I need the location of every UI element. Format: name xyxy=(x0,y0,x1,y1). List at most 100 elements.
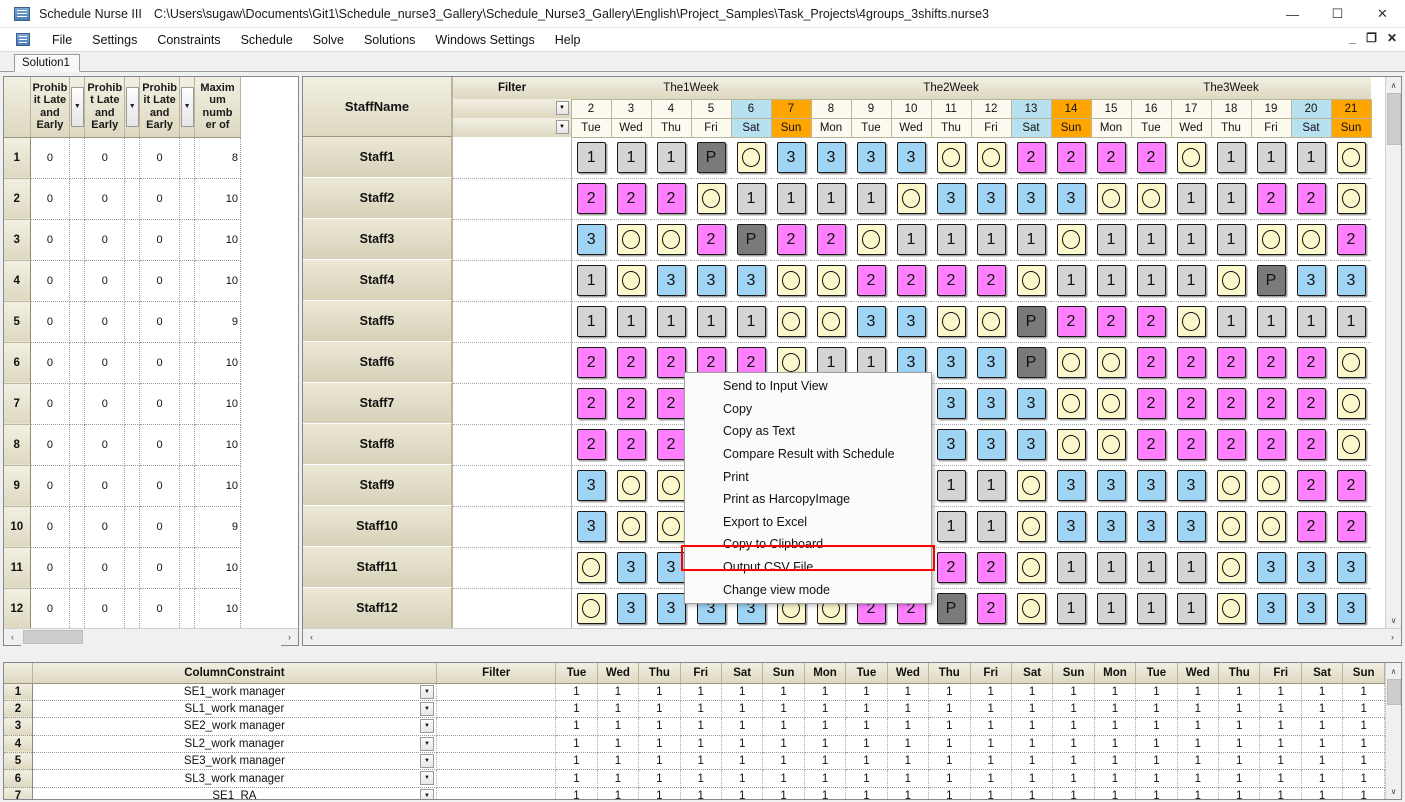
schedule-vscroll-thumb[interactable] xyxy=(1387,93,1401,145)
bottom-value-cell[interactable]: 1 xyxy=(887,735,928,752)
shift-box-2[interactable]: 2 xyxy=(1297,347,1326,378)
bottom-value-cell[interactable]: 1 xyxy=(804,735,845,752)
shift-box-1[interactable]: 1 xyxy=(977,224,1006,255)
bottom-day-header[interactable]: Tue xyxy=(556,663,597,683)
bottom-value-cell[interactable]: 1 xyxy=(846,683,887,700)
day-name-header[interactable]: Sun xyxy=(771,118,811,137)
schedule-cell[interactable]: 3 xyxy=(1051,465,1091,506)
prohibit-late-early-2-value[interactable]: 0 xyxy=(85,547,125,588)
bottom-value-cell[interactable]: 1 xyxy=(1343,787,1385,799)
schedule-cell[interactable]: 2 xyxy=(571,383,611,424)
bottom-value-cell[interactable]: 1 xyxy=(1219,683,1260,700)
chevron-down-icon[interactable]: ▼ xyxy=(420,789,434,799)
schedule-cell[interactable]: 1 xyxy=(1291,137,1331,178)
shift-box-2[interactable]: 2 xyxy=(1177,347,1206,378)
schedule-cell[interactable] xyxy=(811,260,851,301)
shift-box-P[interactable]: P xyxy=(737,224,766,255)
bottom-value-cell[interactable]: 1 xyxy=(721,700,762,717)
schedule-cell[interactable]: P xyxy=(1011,301,1051,342)
bottom-value-cell[interactable]: 1 xyxy=(639,700,680,717)
schedule-cell[interactable] xyxy=(611,260,651,301)
schedule-cell[interactable] xyxy=(1291,219,1331,260)
shift-box-2[interactable]: 2 xyxy=(1137,388,1166,419)
shift-box-3[interactable]: 3 xyxy=(1017,183,1046,214)
bottom-day-header[interactable]: Mon xyxy=(804,663,845,683)
schedule-cell[interactable]: 3 xyxy=(651,260,691,301)
schedule-cell[interactable]: 3 xyxy=(1011,383,1051,424)
maximum-number-value[interactable]: 9 xyxy=(195,506,241,547)
shift-box-1[interactable]: 1 xyxy=(897,224,926,255)
schedule-cell[interactable] xyxy=(1251,465,1291,506)
schedule-cell[interactable] xyxy=(1331,137,1371,178)
bottom-value-cell[interactable]: 1 xyxy=(763,718,804,735)
day-name-header[interactable]: Tue xyxy=(571,118,611,137)
schedule-cell[interactable] xyxy=(1051,383,1091,424)
shift-box-3[interactable]: 3 xyxy=(897,142,926,173)
bottom-value-cell[interactable]: 1 xyxy=(1177,683,1218,700)
shift-box-off[interactable] xyxy=(1337,347,1366,378)
shift-box-3[interactable]: 3 xyxy=(577,224,606,255)
maximum-number-value[interactable]: 10 xyxy=(195,465,241,506)
shift-box-1[interactable]: 1 xyxy=(1297,142,1326,173)
shift-box-3[interactable]: 3 xyxy=(1137,470,1166,501)
schedule-cell[interactable]: 2 xyxy=(851,260,891,301)
schedule-cell[interactable]: 1 xyxy=(1131,588,1171,628)
shift-box-1[interactable]: 1 xyxy=(777,183,806,214)
close-button[interactable]: ✕ xyxy=(1360,0,1405,28)
shift-box-off[interactable] xyxy=(617,511,646,542)
bottom-value-cell[interactable]: 1 xyxy=(1260,787,1301,799)
shift-box-2[interactable]: 2 xyxy=(697,224,726,255)
schedule-cell[interactable]: 2 xyxy=(931,547,971,588)
schedule-cell[interactable]: 1 xyxy=(1171,547,1211,588)
schedule-hscrollbar[interactable]: ‹ › xyxy=(303,628,1401,645)
shift-box-2[interactable]: 2 xyxy=(817,224,846,255)
bottom-value-cell[interactable]: 1 xyxy=(1136,753,1177,770)
day-name-header[interactable]: Mon xyxy=(1091,118,1131,137)
schedule-cell[interactable]: 3 xyxy=(571,219,611,260)
prohibit-late-early-1-value[interactable]: 0 xyxy=(30,588,70,628)
schedule-cell[interactable] xyxy=(1251,506,1291,547)
prohibit-late-early-3-value[interactable]: 0 xyxy=(140,219,180,260)
shift-box-off[interactable] xyxy=(1337,183,1366,214)
schedule-cell[interactable]: 2 xyxy=(1171,342,1211,383)
shift-box-2[interactable]: 2 xyxy=(577,347,606,378)
day-number-header[interactable]: 9 xyxy=(851,99,891,118)
bottom-value-cell[interactable]: 1 xyxy=(639,735,680,752)
shift-box-2[interactable]: 2 xyxy=(1297,511,1326,542)
shift-box-3[interactable]: 3 xyxy=(857,306,886,337)
shift-box-off[interactable] xyxy=(817,306,846,337)
bottom-value-cell[interactable]: 1 xyxy=(970,735,1011,752)
shift-box-off[interactable] xyxy=(777,306,806,337)
bottom-filter-cell[interactable] xyxy=(437,787,556,799)
constraint-dropdown-1[interactable]: ▼ xyxy=(70,77,85,137)
prohibit-late-early-2-value[interactable]: 0 xyxy=(85,219,125,260)
bottom-value-cell[interactable]: 1 xyxy=(721,735,762,752)
shift-box-1[interactable]: 1 xyxy=(1217,142,1246,173)
staff-name-cell[interactable]: Staff4 xyxy=(303,260,452,301)
schedule-cell[interactable]: 1 xyxy=(1051,547,1091,588)
bottom-value-cell[interactable]: 1 xyxy=(1219,718,1260,735)
bottom-value-cell[interactable]: 1 xyxy=(846,770,887,787)
shift-box-1[interactable]: 1 xyxy=(857,183,886,214)
schedule-cell[interactable] xyxy=(931,137,971,178)
prohibit-late-early-3-value[interactable]: 0 xyxy=(140,178,180,219)
bottom-value-cell[interactable]: 1 xyxy=(1011,718,1052,735)
bottom-value-cell[interactable]: 1 xyxy=(970,770,1011,787)
bottom-value-cell[interactable]: 1 xyxy=(721,753,762,770)
bottom-value-cell[interactable]: 1 xyxy=(680,753,721,770)
shift-box-1[interactable]: 1 xyxy=(737,183,766,214)
shift-box-1[interactable]: 1 xyxy=(1177,552,1206,583)
bottom-value-cell[interactable]: 1 xyxy=(1260,770,1301,787)
bottom-value-cell[interactable]: 1 xyxy=(1301,753,1342,770)
shift-box-2[interactable]: 2 xyxy=(1257,388,1286,419)
menu-constraints[interactable]: Constraints xyxy=(147,31,230,49)
bottom-value-cell[interactable]: 1 xyxy=(1053,700,1094,717)
shift-box-off[interactable] xyxy=(1097,388,1126,419)
schedule-cell[interactable]: 1 xyxy=(1091,260,1131,301)
table-row[interactable]: 1SE1_work manager▼11111111111111111111 xyxy=(4,683,1385,700)
shift-box-1[interactable]: 1 xyxy=(1097,552,1126,583)
schedule-cell[interactable] xyxy=(731,137,771,178)
bottom-value-cell[interactable]: 1 xyxy=(1177,753,1218,770)
filter-cell[interactable] xyxy=(453,383,571,424)
schedule-cell[interactable]: 2 xyxy=(651,178,691,219)
